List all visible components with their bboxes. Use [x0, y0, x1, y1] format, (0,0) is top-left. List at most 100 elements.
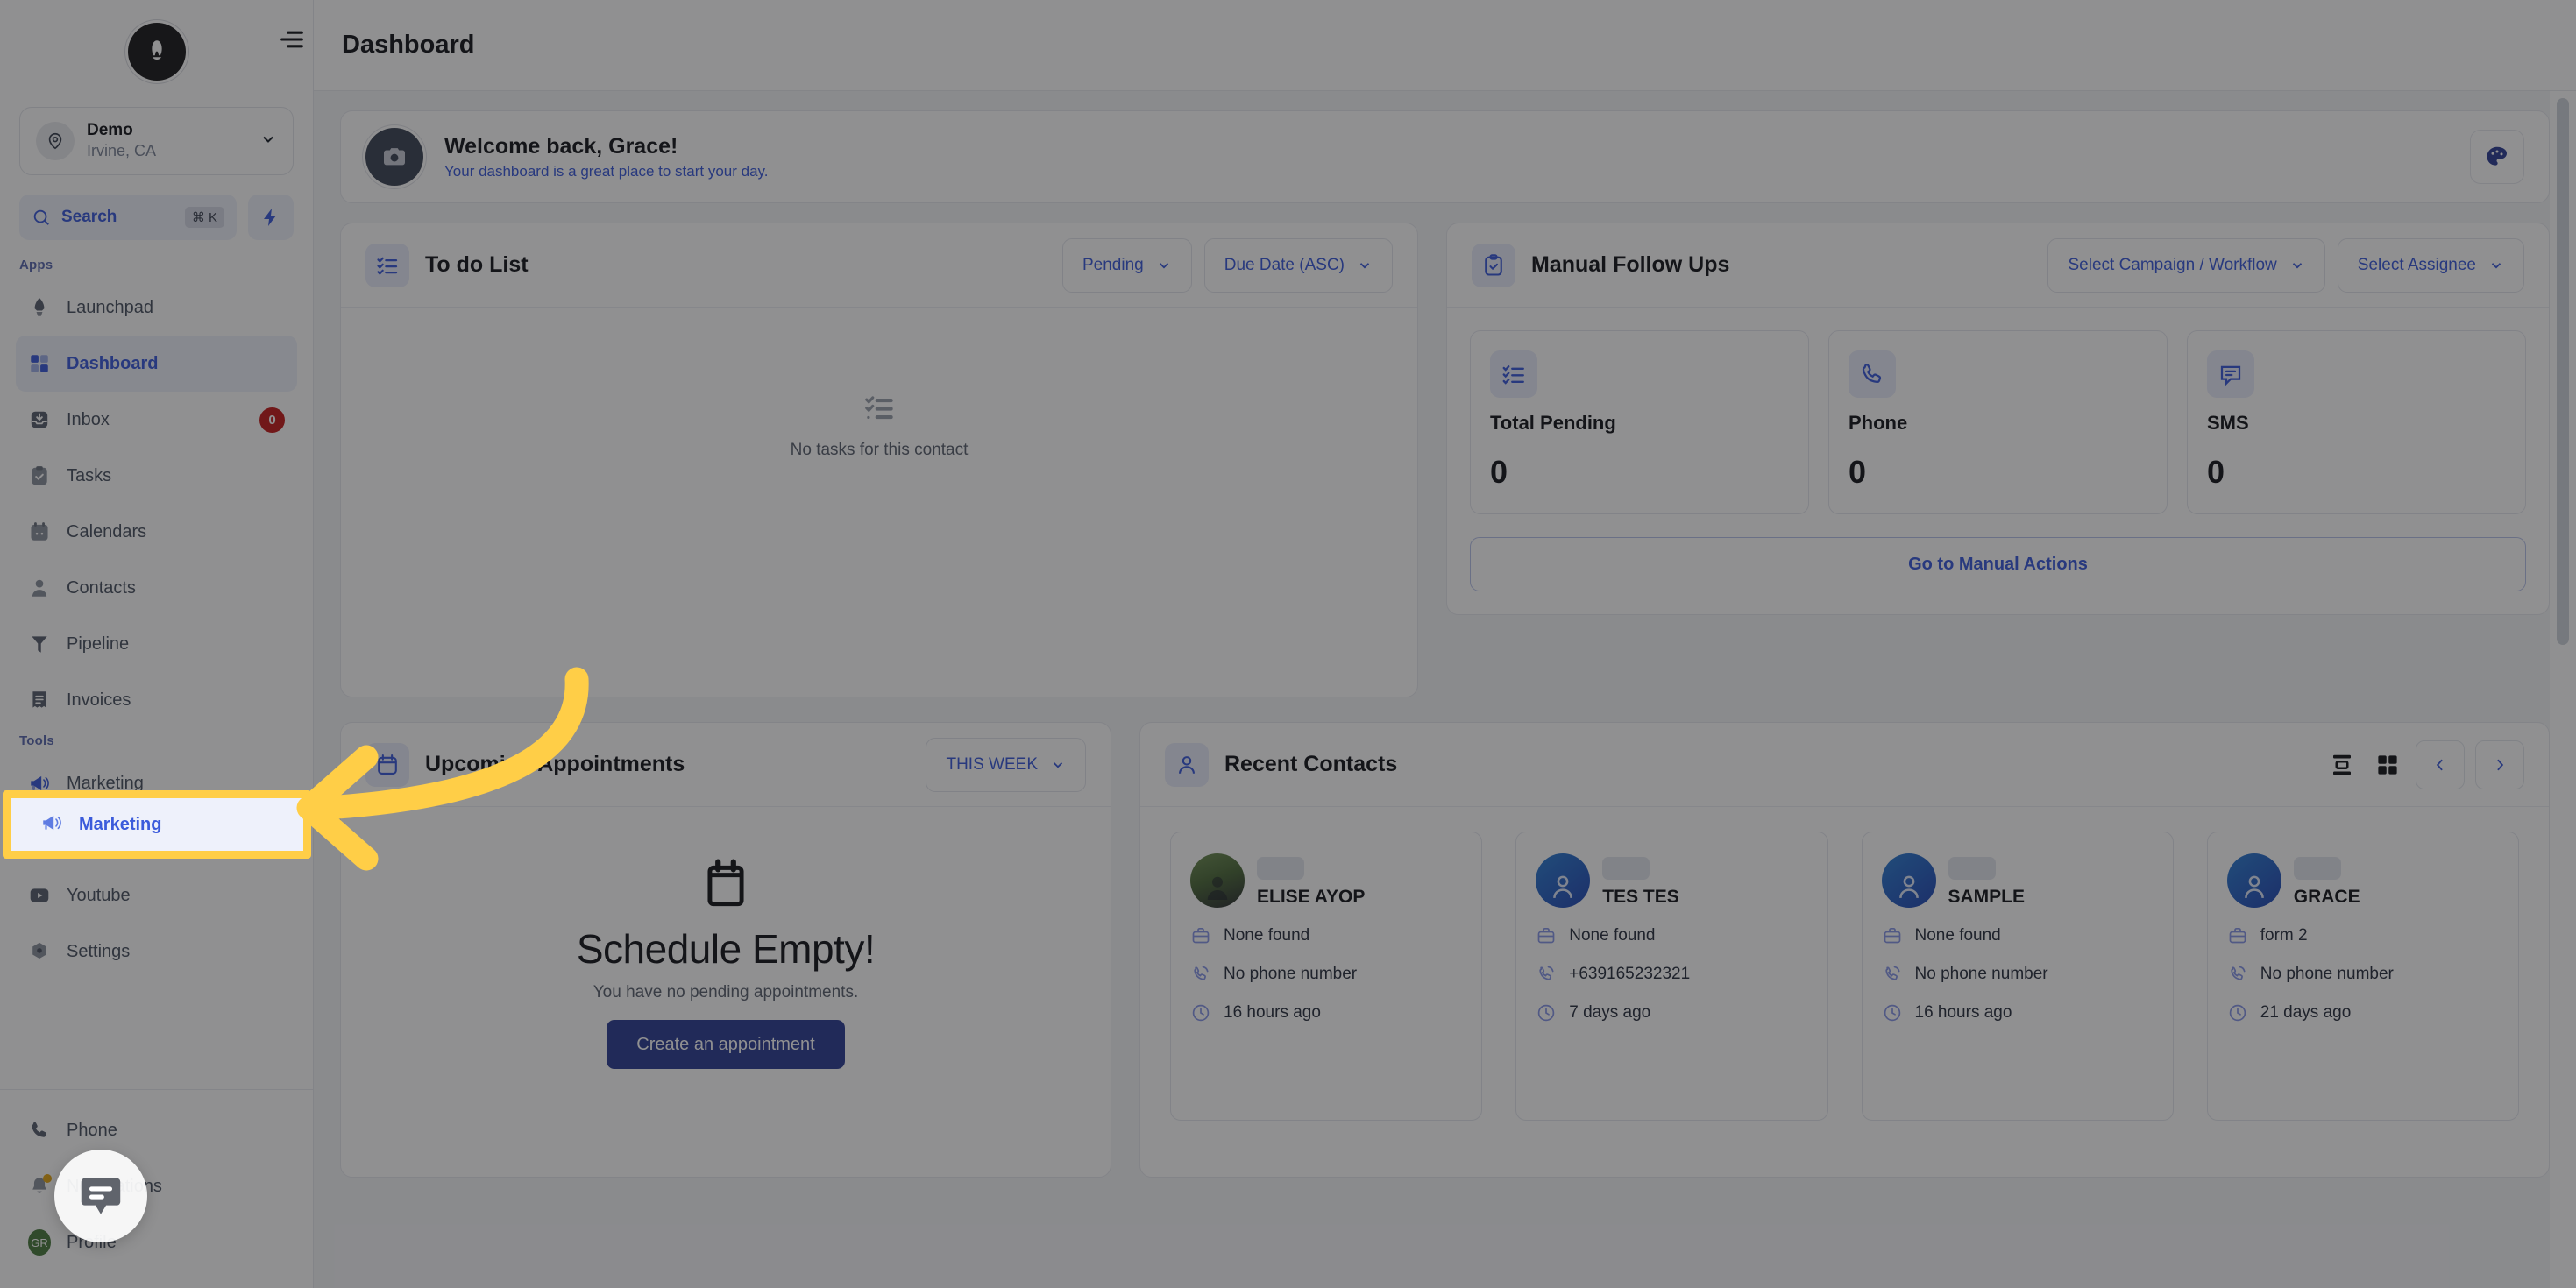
grid-view-icon[interactable]: [2370, 747, 2405, 782]
contact-card[interactable]: TES TES None found +639165232321 7 days …: [1515, 832, 1828, 1121]
contact-phone-row: No phone number: [1882, 964, 2154, 985]
contact-company: None found: [1569, 926, 1656, 945]
clipboard-check-icon: [1472, 243, 1515, 287]
contact-time: 7 days ago: [1569, 1003, 1651, 1022]
camera-icon[interactable]: [365, 128, 423, 186]
funnel-icon: [28, 633, 51, 655]
location-sub: Irvine, CA: [87, 142, 157, 160]
sidebar-item-launchpad[interactable]: Launchpad: [16, 280, 297, 336]
quick-actions-button[interactable]: [248, 195, 294, 240]
youtube-icon: [28, 884, 51, 907]
phone-icon: [1884, 966, 1900, 980]
mfu-campaign-filter[interactable]: Select Campaign / Workflow: [2047, 237, 2325, 293]
phone-icon: [1849, 350, 1896, 398]
stat-value: 0: [1490, 454, 1508, 490]
chevron-left-icon: [2436, 759, 2443, 770]
contact-name: TES TES: [1602, 887, 1679, 907]
checklist-icon: [365, 243, 409, 287]
logo-glyph-icon: [151, 40, 162, 60]
sidebar-item-label: Invoices: [67, 690, 131, 710]
go-to-manual-actions-button[interactable]: Go to Manual Actions: [1470, 537, 2526, 591]
chevron-down-icon[interactable]: [259, 131, 277, 152]
search-shortcut: ⌘ K: [184, 207, 224, 228]
chat-bubble-icon: [81, 1178, 121, 1214]
todo-status-filter[interactable]: Pending: [1061, 237, 1192, 293]
sidebar-footer: Phone Notifications GR Profile: [0, 1077, 313, 1288]
contact-chip: [1602, 857, 1650, 880]
sidebar-section-apps-label: Apps: [19, 258, 53, 272]
search-input[interactable]: Search ⌘ K: [19, 195, 237, 240]
contact-chip: [2293, 857, 2341, 880]
sidebar-item-profile[interactable]: GR Profile: [16, 1214, 297, 1270]
sidebar-item-pipeline[interactable]: Pipeline: [16, 616, 297, 672]
contact-card[interactable]: GRACE form 2 No phone number 21 days ago: [2206, 832, 2519, 1121]
palette-icon[interactable]: [2470, 130, 2524, 184]
stat-value: 0: [1849, 454, 1867, 490]
contact-company-row: form 2: [2227, 925, 2499, 946]
sidebar-item-label: Contacts: [67, 577, 136, 598]
contact-company-row: None found: [1536, 925, 1807, 946]
sidebar-item-calendars[interactable]: Calendars: [16, 504, 297, 560]
sidebar-item-inbox[interactable]: Inbox 0: [16, 392, 297, 448]
mfu-assignee-filter[interactable]: Select Assignee: [2337, 237, 2524, 293]
avatar: [1190, 853, 1245, 908]
sidebar-item-label: Launchpad: [67, 297, 153, 317]
sidebar: Demo Irvine, CA Search ⌘ K Apps Launchpa…: [0, 0, 314, 1288]
topbar: Dashboard: [280, 0, 2576, 91]
todo-sort-filter[interactable]: Due Date (ASC): [1203, 237, 1393, 293]
clock-icon: [1192, 1004, 1210, 1022]
sidebar-item-youtube[interactable]: Youtube: [16, 867, 297, 924]
clock-icon: [1884, 1004, 1900, 1022]
contact-company-row: None found: [1882, 925, 2154, 946]
contact-card[interactable]: ELISE AYOP None found No phone number 16…: [1170, 832, 1483, 1121]
create-appointment-button[interactable]: Create an appointment: [607, 1020, 845, 1069]
contact-card[interactable]: SAMPLE None found No phone number 16 hou…: [1861, 832, 2174, 1121]
chat-widget-button[interactable]: [54, 1150, 147, 1242]
mfu-campaign-value: Select Campaign / Workflow: [2068, 255, 2277, 274]
sidebar-item-label: Pipeline: [67, 633, 130, 654]
contact-time-row: 16 hours ago: [1190, 1002, 1462, 1023]
phone-icon: [28, 1119, 51, 1142]
contact-time: 21 days ago: [2260, 1003, 2352, 1022]
phone-icon: [2231, 966, 2246, 980]
gear-icon: [28, 940, 51, 963]
megaphone-icon: [40, 811, 63, 839]
contact-phone-row: +639165232321: [1536, 964, 1807, 985]
chevron-down-icon: [1053, 761, 1063, 768]
sidebar-item-dashboard[interactable]: Dashboard: [16, 336, 297, 392]
stat-label: SMS: [2207, 412, 2249, 434]
notification-dot: [43, 1174, 52, 1183]
todo-empty-state: No tasks for this contact: [341, 308, 1417, 697]
todo-title: To do List: [425, 252, 529, 277]
stat-sms: SMS 0: [2187, 330, 2526, 514]
chevron-down-icon: [2292, 262, 2302, 269]
sidebar-item-label: Inbox: [67, 409, 110, 429]
person-icon: [1165, 742, 1209, 787]
sidebar-item-tasks[interactable]: Tasks: [16, 448, 297, 504]
sidebar-item-phone[interactable]: Phone: [16, 1102, 297, 1158]
contact-company: None found: [1224, 926, 1310, 945]
vertical-scrollbar[interactable]: [2557, 98, 2569, 645]
next-contacts-button[interactable]: [2475, 740, 2524, 789]
sidebar-item-invoices[interactable]: Invoices: [16, 672, 297, 728]
prev-contacts-button[interactable]: [2416, 740, 2465, 789]
contact-time-row: 7 days ago: [1536, 1002, 1807, 1023]
contacts-grid: ELISE AYOP None found No phone number 16…: [1140, 807, 2549, 1121]
contact-time: 16 hours ago: [1224, 1003, 1321, 1022]
avatar: [1881, 853, 1936, 908]
stat-label: Phone: [1849, 412, 1908, 434]
app-logo[interactable]: [0, 0, 313, 103]
manual-follow-ups-card: Manual Follow Ups Select Campaign / Work…: [1446, 223, 2550, 615]
list-view-icon[interactable]: [2324, 747, 2360, 782]
contact-time-row: 21 days ago: [2227, 1002, 2499, 1023]
sidebar-item-label: Settings: [67, 941, 131, 961]
appointments-range-filter[interactable]: THIS WEEK: [926, 737, 1086, 792]
sidebar-item-contacts[interactable]: Contacts: [16, 560, 297, 616]
search-label: Search: [61, 208, 117, 226]
location-switcher[interactable]: Demo Irvine, CA: [19, 107, 294, 175]
sidebar-item-settings[interactable]: Settings: [16, 924, 297, 980]
collapse-menu-icon[interactable]: [277, 25, 307, 54]
stat-value: 0: [2207, 454, 2225, 490]
main-area: Dashboard Welcome back, Grace! Your dash…: [280, 0, 2576, 1288]
inbox-badge: 0: [259, 407, 285, 433]
